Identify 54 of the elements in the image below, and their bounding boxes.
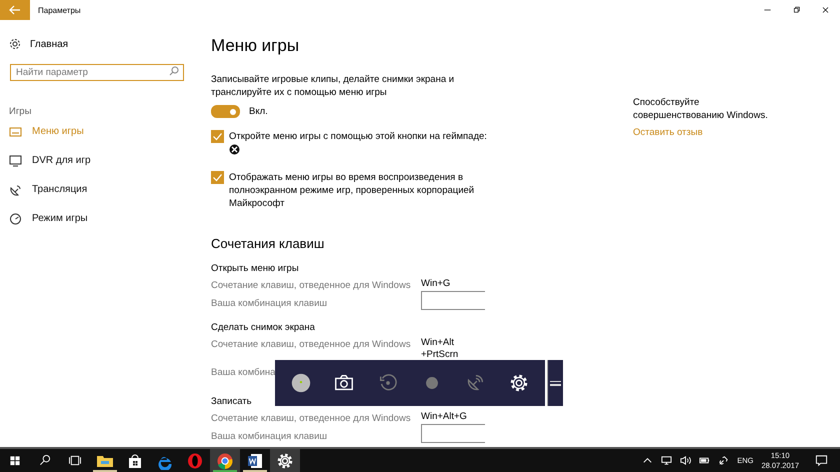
battery-icon[interactable]	[699, 455, 710, 466]
feedback-text: Способствуйте совершенствованию Windows.	[633, 96, 769, 122]
ring-icon	[186, 452, 204, 470]
search-field[interactable]: Найти параметр	[10, 64, 184, 81]
settings-icon	[276, 452, 294, 470]
window-title: Параметры	[38, 6, 82, 14]
checkbox-label: Отображать меню игры во время воспроизведения в полноэкранном режиме игр, проверенных корпорацией Майкрософт	[229, 171, 476, 210]
xbox-icon[interactable]	[290, 372, 312, 394]
shortcut-value: Win+G	[421, 278, 450, 290]
globe-icon	[216, 452, 234, 470]
shortcut-label: Ваша комбинация клавиш	[211, 297, 328, 310]
nav-item[interactable]: Режим игры	[0, 204, 196, 233]
link-icon[interactable]	[718, 455, 730, 466]
group-title: Открыть меню игры	[211, 263, 300, 274]
description-text: Записывайте игровые клипы, делайте снимки экрана и транслируйте их с помощью меню игры	[211, 73, 456, 99]
section-heading: Сочетания клавиш	[211, 236, 326, 251]
shopping-bag-icon	[126, 452, 144, 470]
group-title: Сделать снимок экрана	[211, 322, 316, 333]
shortcut-value: Win+Alt +PrtScrn	[421, 337, 458, 361]
taskbar-app[interactable]	[210, 449, 240, 472]
shortcut-label: Ваша комбина	[211, 366, 276, 379]
gamepad-icon	[9, 126, 22, 138]
gear-icon	[9, 38, 21, 50]
back-arrow-icon	[9, 5, 21, 15]
back-button[interactable]	[0, 0, 30, 20]
network-icon[interactable]	[661, 455, 672, 466]
notification-icon[interactable]	[815, 454, 828, 467]
toggle-switch[interactable]	[211, 105, 240, 118]
group-title: Записать	[211, 396, 253, 407]
checkbox[interactable]	[211, 171, 224, 184]
gauge-icon	[9, 212, 22, 224]
nav-item[interactable]: DVR для игр	[0, 146, 196, 175]
shortcut-label: Сочетание клавиш, отведенное для Windows	[211, 412, 412, 425]
shortcut-label: Сочетание клавиш, отведенное для Windows	[211, 338, 412, 351]
volume-icon[interactable]	[680, 455, 692, 466]
shortcut-value: Win+Alt+G	[421, 411, 467, 423]
toggle-label: Вкл.	[249, 106, 268, 117]
xbox-button-icon	[229, 144, 240, 155]
home-link[interactable]: Главная	[30, 38, 68, 50]
page-title: Меню игры	[211, 36, 300, 56]
checkbox-label: Откройте меню игры с помощью этой кнопки на геймпаде:	[229, 130, 487, 143]
taskbar-app[interactable]	[270, 449, 300, 472]
monitor-icon	[9, 154, 22, 166]
section-heading: Игры	[9, 106, 32, 117]
document-icon	[246, 452, 264, 470]
drag-handle[interactable]	[547, 360, 563, 406]
checkbox[interactable]	[211, 130, 224, 143]
input-field[interactable]	[421, 291, 485, 310]
nav-item[interactable]: Трансляция	[0, 175, 196, 204]
shortcut-label: Сочетание клавиш, отведенное для Windows	[211, 279, 412, 292]
shortcut-label: Ваша комбинация клавиш	[211, 430, 328, 443]
satellite-dish-icon	[9, 184, 22, 196]
input-field[interactable]	[421, 424, 485, 443]
search-icon	[169, 66, 179, 76]
